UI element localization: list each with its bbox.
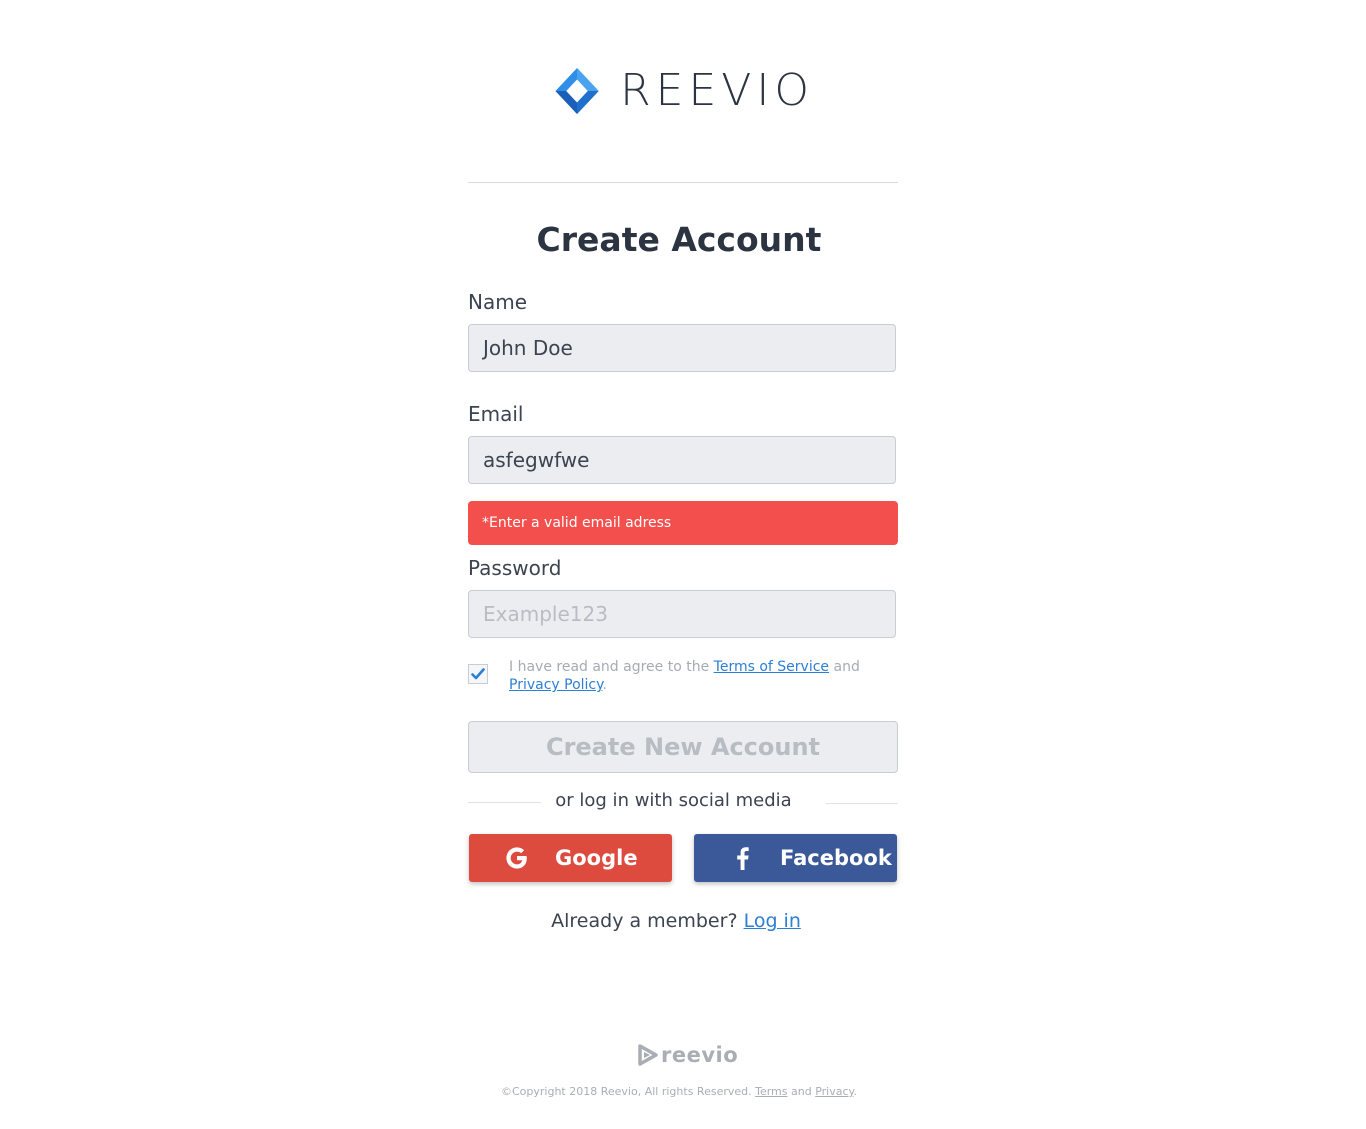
footer-and: and [787,1085,816,1098]
agree-prefix: I have read and agree to the [509,659,714,675]
social-divider-text: or log in with social media [555,790,792,811]
agree-and: and [829,659,860,675]
facebook-f-icon [728,844,756,872]
google-g-icon [503,844,531,872]
facebook-label: Facebook [780,846,892,870]
reevio-play-icon [638,1044,658,1066]
log-in-link[interactable]: Log in [744,910,801,932]
brand-logo: REEVIO [554,55,814,127]
login-prompt-text: Already a member? [551,910,744,932]
agree-text: I have read and agree to the Terms of Se… [509,658,889,694]
footer-suffix: . [853,1085,857,1098]
page-title: Create Account [536,220,822,259]
copyright-notice: ©Copyright 2018 Reevio, All rights Reser… [501,1085,756,1098]
create-account-button[interactable]: Create New Account [468,721,898,773]
reevio-diamond-icon [555,67,599,115]
name-input[interactable]: John Doe [468,324,896,372]
footer-brand-name: reevio [661,1043,739,1067]
footer-privacy-link[interactable]: Privacy [815,1085,853,1098]
divider-right [826,803,898,804]
email-input[interactable]: asfegwfwe [468,436,896,484]
signup-page: REEVIO Create Account Name John Doe Emai… [0,0,1366,1129]
email-label: Email [468,402,524,426]
footer-terms-link[interactable]: Terms [755,1085,787,1098]
password-input[interactable]: Example123 [468,590,896,638]
email-error-message: *Enter a valid email adress [468,501,898,545]
facebook-login-button[interactable]: Facebook [694,834,897,882]
terms-of-service-link[interactable]: Terms of Service [714,659,829,675]
checkmark-icon [471,668,485,680]
brand-name: REEVIO [620,65,814,116]
google-label: Google [555,846,638,870]
copyright-text: ©Copyright 2018 Reevio, All rights Reser… [468,1085,890,1098]
footer-logo: reevio [638,1042,738,1068]
login-prompt: Already a member? Log in [468,910,884,932]
password-label: Password [468,556,562,580]
agree-checkbox[interactable] [468,664,488,684]
header-divider [468,182,898,183]
divider-left [468,802,541,803]
privacy-policy-link[interactable]: Privacy Policy [509,677,602,693]
agree-suffix: . [602,677,607,693]
name-label: Name [468,290,528,314]
google-login-button[interactable]: Google [469,834,672,882]
